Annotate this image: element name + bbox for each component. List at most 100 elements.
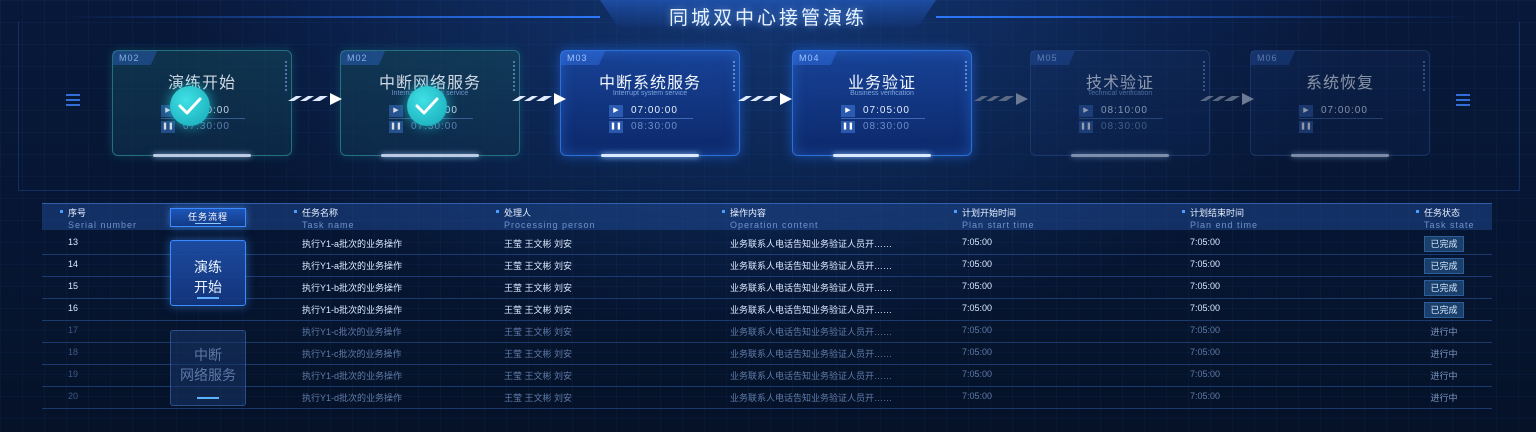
persons-cell: 王莹 王文彬 刘安: [504, 283, 573, 293]
start-time-cell: 7:05:00: [962, 369, 993, 379]
play-icon[interactable]: ▶: [1299, 105, 1313, 117]
menu-lines-icon: [66, 94, 80, 109]
group-label-line2: 开始: [194, 279, 222, 295]
pause-icon[interactable]: ❚❚: [1079, 121, 1093, 133]
header-line-left: [60, 16, 600, 18]
status-badge: 已完成: [1424, 258, 1464, 274]
column-header-start[interactable]: 计划开始时间 Plan start time: [954, 206, 1035, 230]
start-time: 07:05:00: [863, 105, 910, 116]
group-label-line1: 中断: [194, 347, 222, 363]
status-badge: 进行中: [1430, 393, 1458, 403]
serial-cell: 17: [68, 325, 79, 335]
arrow-right-icon: [1200, 93, 1254, 105]
group-label-start[interactable]: 演练 开始: [170, 240, 246, 306]
step-underline: [1071, 154, 1169, 157]
task-name-cell: 执行Y1-b批次的业务操作: [302, 283, 403, 293]
header-line-right: [936, 16, 1476, 18]
start-time: 07:00:00: [1321, 105, 1368, 116]
pause-icon[interactable]: ❚❚: [161, 121, 175, 133]
content-cell: 业务联系人电话告知业务验证人员开……: [730, 305, 893, 315]
corner-decoration: [1200, 61, 1205, 91]
step-subtitle: Technical verification: [1087, 90, 1153, 97]
serial-cell: 18: [68, 347, 79, 357]
persons-cell: 王莹 王文彬 刘安: [504, 327, 573, 337]
pause-icon[interactable]: ❚❚: [1299, 121, 1313, 133]
task-name-cell: 执行Y1-a批次的业务操作: [302, 239, 403, 249]
task-name-cell: 执行Y1-d批次的业务操作: [302, 393, 403, 403]
step-underline: [153, 154, 251, 157]
play-icon[interactable]: ▶: [841, 105, 855, 117]
play-icon[interactable]: ▶: [609, 105, 623, 117]
play-icon[interactable]: ▶: [389, 105, 403, 117]
table-row[interactable]: 14 执行Y1-a批次的业务操作 王莹 王文彬 刘安 业务联系人电话告知业务验证人员开…: [42, 255, 1492, 277]
table-row[interactable]: 18 执行Y1-c批次的业务操作 王莹 王文彬 刘安 业务联系人电话告知业务验证人员开…: [42, 343, 1492, 365]
step-card[interactable]: M04 业务验证 Business verification ▶ 07:05:0…: [792, 50, 972, 157]
step-underline: [381, 154, 479, 157]
task-flow-button[interactable]: 任务流程: [170, 208, 246, 227]
pause-icon[interactable]: ❚❚: [609, 121, 623, 133]
end-time-row: ❚❚ 07:30:00: [161, 121, 245, 134]
table-row[interactable]: 20 执行Y1-d批次的业务操作 王莹 王文彬 刘安 业务联系人电话告知业务验证人员开…: [42, 387, 1492, 409]
step-code: M03: [567, 53, 588, 63]
group-label-interrupt-network[interactable]: 中断 网络服务: [170, 330, 246, 406]
corner-decoration: [730, 61, 735, 91]
corner-decoration: [1420, 61, 1425, 91]
arrow-right-icon: [738, 93, 792, 105]
step-card[interactable]: M03 中断系统服务 Interrupt system service ▶ 07…: [560, 50, 740, 157]
task-name-cell: 执行Y1-b批次的业务操作: [302, 305, 403, 315]
group-label-line2: 网络服务: [180, 367, 236, 383]
step-card[interactable]: M06 系统恢复 ▶ 07:00:00 ❚❚: [1250, 50, 1430, 157]
persons-cell: 王莹 王文彬 刘安: [504, 349, 573, 359]
end-time-cell: 7:05:00: [1190, 325, 1221, 335]
column-header-content[interactable]: 操作内容 Operation content: [722, 206, 819, 230]
content-cell: 业务联系人电话告知业务验证人员开……: [730, 283, 893, 293]
table-header: 序号 Serial number 任务名称 Task name 处理人 Process…: [42, 203, 1492, 230]
group-label-line1: 演练: [194, 259, 222, 275]
check-icon: [170, 86, 210, 126]
column-header-task[interactable]: 任务名称 Task name: [294, 206, 355, 230]
end-time-cell: 7:05:00: [1190, 237, 1221, 247]
content-cell: 业务联系人电话告知业务验证人员开……: [730, 239, 893, 249]
step-code: M05: [1037, 53, 1058, 63]
table-row[interactable]: 16 执行Y1-b批次的业务操作 王莹 王文彬 刘安 业务联系人电话告知业务验证人员开…: [42, 299, 1492, 321]
column-header-serial[interactable]: 序号 Serial number: [60, 206, 137, 230]
step-underline: [1291, 154, 1389, 157]
start-time-cell: 7:05:00: [962, 391, 993, 401]
table-row[interactable]: 15 执行Y1-b批次的业务操作 王莹 王文彬 刘安 业务联系人电话告知业务验证人员开…: [42, 277, 1492, 299]
pause-icon[interactable]: ❚❚: [389, 121, 403, 133]
status-badge: 已完成: [1424, 236, 1464, 252]
column-header-end[interactable]: 计划结束时间 Plan end time: [1182, 206, 1258, 230]
step-card[interactable]: M05 技术验证 Technical verification ▶ 08:10:…: [1030, 50, 1210, 157]
column-header-state[interactable]: 任务状态 Task state: [1416, 206, 1475, 230]
status-badge: 已完成: [1424, 302, 1464, 318]
arrow-right-icon: [512, 93, 566, 105]
end-time-row: ❚❚: [1299, 121, 1383, 134]
check-icon: [407, 86, 447, 126]
end-time: 08:30:00: [863, 121, 910, 132]
status-badge: 进行中: [1430, 349, 1458, 359]
corner-decoration: [510, 61, 515, 91]
start-time-cell: 7:05:00: [962, 237, 993, 247]
corner-decoration: [962, 61, 967, 91]
status-badge: 进行中: [1430, 327, 1458, 337]
persons-cell: 王莹 王文彬 刘安: [504, 393, 573, 403]
group-underline: [197, 397, 219, 399]
content-cell: 业务联系人电话告知业务验证人员开……: [730, 261, 893, 271]
content-cell: 业务联系人电话告知业务验证人员开……: [730, 327, 893, 337]
task-name-cell: 执行Y1-d批次的业务操作: [302, 371, 403, 381]
task-name-cell: 执行Y1-c批次的业务操作: [302, 327, 402, 337]
pause-icon[interactable]: ❚❚: [841, 121, 855, 133]
persons-cell: 王莹 王文彬 刘安: [504, 239, 573, 249]
column-header-person[interactable]: 处理人 Processing person: [496, 206, 596, 230]
play-icon[interactable]: ▶: [1079, 105, 1093, 117]
table-row[interactable]: 19 执行Y1-d批次的业务操作 王莹 王文彬 刘安 业务联系人电话告知业务验证人员开…: [42, 365, 1492, 387]
end-time: 08:30:00: [631, 121, 678, 132]
serial-cell: 20: [68, 391, 79, 401]
table-row[interactable]: 17 执行Y1-c批次的业务操作 王莹 王文彬 刘安 业务联系人电话告知业务验证人员开…: [42, 321, 1492, 343]
end-time-cell: 7:05:00: [1190, 391, 1221, 401]
table-row[interactable]: 13 执行Y1-a批次的业务操作 王莹 王文彬 刘安 业务联系人电话告知业务验证人员开…: [42, 233, 1492, 255]
step-code: M02: [119, 53, 140, 63]
content-cell: 业务联系人电话告知业务验证人员开……: [730, 393, 893, 403]
end-time: 08:30:00: [1101, 121, 1148, 132]
menu-lines-icon: [1456, 94, 1470, 109]
